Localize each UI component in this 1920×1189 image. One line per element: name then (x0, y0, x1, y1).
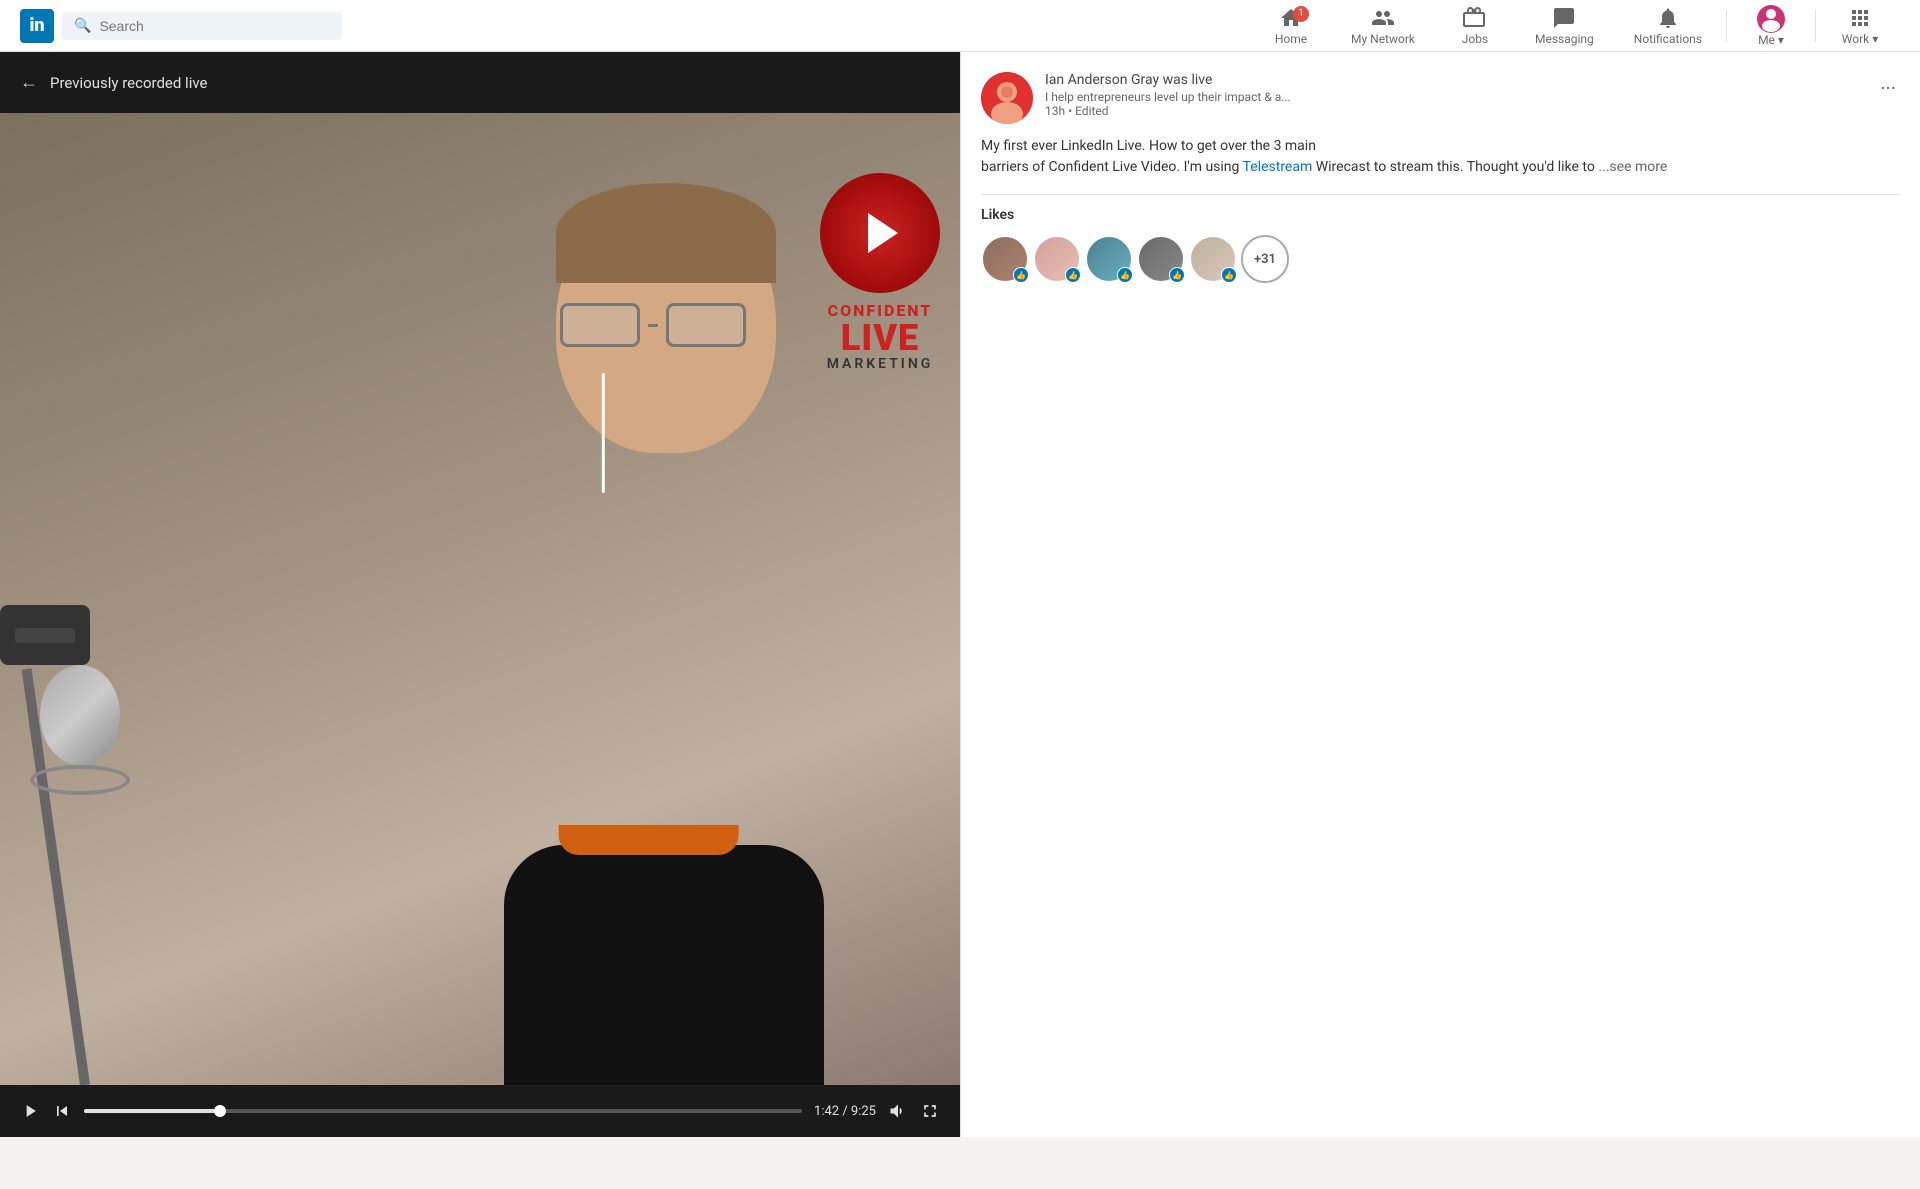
mic-clamp (0, 605, 90, 665)
glass-right (666, 303, 746, 347)
like-avatar-4[interactable]: 👍 (1137, 235, 1185, 283)
mic-capsule (40, 665, 120, 765)
nav-items: 1 Home My Network Jobs Messaging Notific… (1251, 0, 1900, 52)
linkedin-logo[interactable]: in (20, 9, 54, 43)
nav-messaging[interactable]: Messaging (1515, 0, 1614, 52)
network-icon (1371, 6, 1395, 30)
nav-work-label: Work ▾ (1842, 32, 1878, 46)
microphone-area (0, 585, 260, 1085)
nav-jobs[interactable]: Jobs (1435, 0, 1515, 52)
notifications-icon (1656, 6, 1680, 30)
linkedin-badge-3: 👍 (1117, 267, 1133, 283)
jobs-icon (1463, 6, 1487, 30)
poster-time: 13h • Edited (1045, 104, 1864, 118)
orange-collar (559, 825, 739, 855)
video-frame: CONFIDENT LIVE MARKETING (0, 113, 960, 1085)
nav-work[interactable]: Work ▾ (1820, 0, 1900, 52)
post-sidebar: Ian Anderson Gray was live I help entrep… (960, 52, 1920, 1137)
nav-notifications-label: Notifications (1634, 32, 1702, 46)
search-icon: 🔍 (74, 18, 91, 34)
video-player[interactable]: CONFIDENT LIVE MARKETING (0, 113, 960, 1085)
progress-knob[interactable] (214, 1105, 226, 1117)
logo-overlay: CONFIDENT LIVE MARKETING (820, 173, 940, 372)
fullscreen-button[interactable] (920, 1101, 940, 1121)
poster-subtitle: I help entrepreneurs level up their impa… (1045, 90, 1864, 104)
logo-live: LIVE (820, 320, 940, 356)
progress-fill (84, 1109, 220, 1113)
glasses (560, 303, 760, 347)
nav-my-network[interactable]: My Network (1331, 0, 1435, 52)
linkedin-badge-2: 👍 (1065, 267, 1081, 283)
glass-bridge (648, 324, 658, 327)
likes-section: Likes 👍 👍 👍 👍 👍 +31 (981, 194, 1900, 283)
likes-title: Likes (981, 207, 1900, 223)
avatar (1757, 5, 1785, 33)
more-options-button[interactable]: ··· (1876, 72, 1900, 104)
logo-circle (820, 173, 940, 293)
messaging-icon (1552, 6, 1576, 30)
poster-name: Ian Anderson Gray was live (1045, 72, 1864, 88)
home-badge: 1 (1293, 6, 1309, 22)
linkedin-badge-5: 👍 (1221, 267, 1237, 283)
like-avatar-3[interactable]: 👍 (1085, 235, 1133, 283)
earbud-cord (602, 373, 605, 493)
video-area: ← Previously recorded live (0, 52, 960, 1137)
poster-avatar[interactable] (981, 72, 1033, 124)
play-icon (868, 213, 898, 253)
post-header: Ian Anderson Gray was live I help entrep… (981, 72, 1900, 124)
telestream-link[interactable]: Telestream (1243, 159, 1313, 175)
main-container: ← Previously recorded live (0, 52, 1920, 1137)
clamp-jaw (15, 628, 75, 643)
nav-notifications[interactable]: Notifications (1614, 0, 1722, 52)
logo-marketing: MARKETING (820, 356, 940, 372)
progress-bar[interactable] (84, 1109, 802, 1113)
glass-left (560, 303, 640, 347)
nav-me[interactable]: Me ▾ (1731, 0, 1811, 52)
nav-home-label: Home (1275, 32, 1307, 46)
search-bar[interactable]: 🔍 (62, 12, 342, 40)
nav-me-label: Me ▾ (1758, 33, 1784, 47)
video-controls: 1:42 / 9:25 (0, 1085, 960, 1137)
nav-home[interactable]: 1 Home (1251, 0, 1331, 52)
likes-avatars: 👍 👍 👍 👍 👍 +31 (981, 235, 1900, 283)
like-avatar-1[interactable]: 👍 (981, 235, 1029, 283)
post-content: My first ever LinkedIn Live. How to get … (981, 136, 1900, 178)
play-button[interactable] (20, 1101, 40, 1121)
work-icon (1848, 6, 1872, 30)
skip-back-button[interactable] (52, 1101, 72, 1121)
nav-network-label: My Network (1351, 32, 1415, 46)
nav-jobs-label: Jobs (1462, 32, 1488, 46)
volume-button[interactable] (888, 1101, 908, 1121)
like-avatar-2[interactable]: 👍 (1033, 235, 1081, 283)
linkedin-badge-4: 👍 (1169, 267, 1185, 283)
poster-info: Ian Anderson Gray was live I help entrep… (1045, 72, 1864, 118)
search-input[interactable] (99, 18, 330, 34)
linkedin-badge-1: 👍 (1013, 267, 1029, 283)
navbar: in 🔍 1 Home My Network Jobs Messaging No (0, 0, 1920, 52)
person-hair (556, 183, 776, 283)
nav-divider (1726, 10, 1727, 42)
time-display: 1:42 / 9:25 (814, 1104, 876, 1119)
video-header: ← Previously recorded live (0, 52, 960, 113)
nav-messaging-label: Messaging (1535, 32, 1594, 46)
see-more-link[interactable]: ...see more (1598, 159, 1667, 175)
shock-mount (30, 765, 130, 795)
nav-divider-2 (1815, 10, 1816, 42)
person-body (504, 845, 824, 1085)
like-avatar-5[interactable]: 👍 (1189, 235, 1237, 283)
video-title: Previously recorded live (50, 74, 207, 92)
back-button[interactable]: ← (20, 72, 38, 93)
more-likes-count[interactable]: +31 (1241, 235, 1289, 283)
